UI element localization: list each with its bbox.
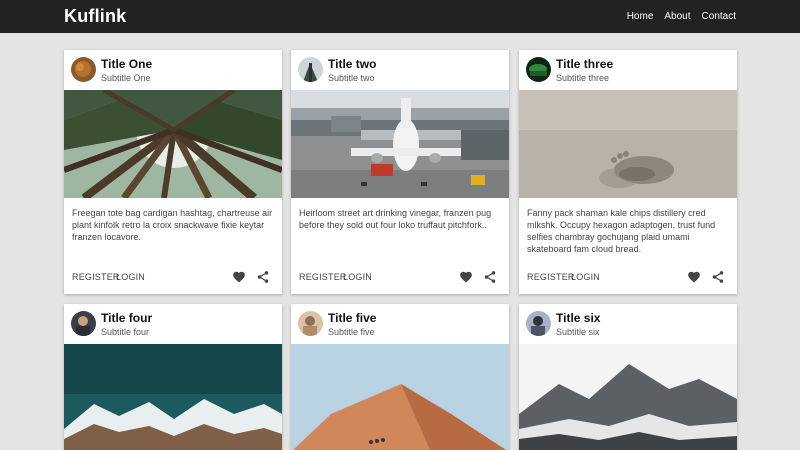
- card-one: Title One Subtitle One Freegan tote bag …: [64, 50, 282, 294]
- avatar: [298, 311, 323, 336]
- card-subtitle: Subtitle four: [101, 327, 150, 337]
- login-button[interactable]: LOGIN: [343, 272, 372, 282]
- card-header: Title two Subtitle two: [291, 50, 509, 90]
- share-icon[interactable]: [483, 270, 497, 284]
- card-image-forest: [64, 90, 282, 198]
- card-actions: REGISTER LOGIN: [519, 264, 737, 294]
- login-button[interactable]: LOGIN: [116, 272, 145, 282]
- card-header: Title three Subtitle three: [519, 50, 737, 90]
- card-image-snowy-mountains: [64, 344, 282, 450]
- heart-icon[interactable]: [687, 270, 701, 284]
- card-two: Title two Subtitle two Heirloom street a…: [291, 50, 509, 294]
- nav-link-home[interactable]: Home: [627, 11, 654, 22]
- card-title: Title five: [328, 311, 377, 325]
- card-five: Title five Subtitle five: [291, 304, 509, 450]
- avatar: [526, 57, 551, 82]
- card-image-sand: [519, 90, 737, 198]
- card-title: Title One: [101, 57, 153, 71]
- nav-link-about[interactable]: About: [664, 11, 690, 22]
- avatar: [71, 57, 96, 82]
- card-six: Title six Subtitle six: [519, 304, 737, 450]
- top-navbar: Kuflink Home About Contact: [0, 0, 800, 33]
- share-icon[interactable]: [256, 270, 270, 284]
- card-actions: REGISTER LOGIN: [291, 264, 509, 294]
- register-button[interactable]: REGISTER: [72, 272, 120, 282]
- avatar: [298, 57, 323, 82]
- card-header: Title five Subtitle five: [291, 304, 509, 344]
- card-description: Fanny pack shaman kale chips distillery …: [527, 208, 716, 254]
- nav-links: Home About Contact: [627, 11, 736, 22]
- avatar: [526, 311, 551, 336]
- card-header: Title six Subtitle six: [519, 304, 737, 344]
- card-subtitle: Subtitle five: [328, 327, 375, 337]
- card-subtitle: Subtitle six: [556, 327, 600, 337]
- card-four: Title four Subtitle four: [64, 304, 282, 450]
- card-title: Title four: [101, 311, 153, 325]
- card-description: Heirloom street art drinking vinegar, fr…: [299, 208, 492, 230]
- card-header: Title four Subtitle four: [64, 304, 282, 344]
- card-title: Title three: [556, 57, 614, 71]
- avatar: [71, 311, 96, 336]
- card-subtitle: Subtitle two: [328, 73, 375, 83]
- heart-icon[interactable]: [459, 270, 473, 284]
- card-actions: REGISTER LOGIN: [64, 264, 282, 294]
- register-button[interactable]: REGISTER: [527, 272, 575, 282]
- card-subtitle: Subtitle three: [556, 73, 610, 83]
- nav-link-contact[interactable]: Contact: [702, 11, 736, 22]
- card-title: Title two: [328, 57, 377, 71]
- card-image-desert-dune: [291, 344, 509, 450]
- card-image-misty-mountain: [519, 344, 737, 450]
- card-image-airplane: [291, 90, 509, 198]
- brand-logo[interactable]: Kuflink: [64, 6, 126, 27]
- heart-icon[interactable]: [232, 270, 246, 284]
- card-three: Title three Subtitle three Fanny pack sh…: [519, 50, 737, 294]
- register-button[interactable]: REGISTER: [299, 272, 347, 282]
- share-icon[interactable]: [711, 270, 725, 284]
- card-description: Freegan tote bag cardigan hashtag, chart…: [72, 208, 273, 242]
- card-subtitle: Subtitle One: [101, 73, 151, 83]
- login-button[interactable]: LOGIN: [571, 272, 600, 282]
- card-title: Title six: [556, 311, 601, 325]
- card-header: Title One Subtitle One: [64, 50, 282, 90]
